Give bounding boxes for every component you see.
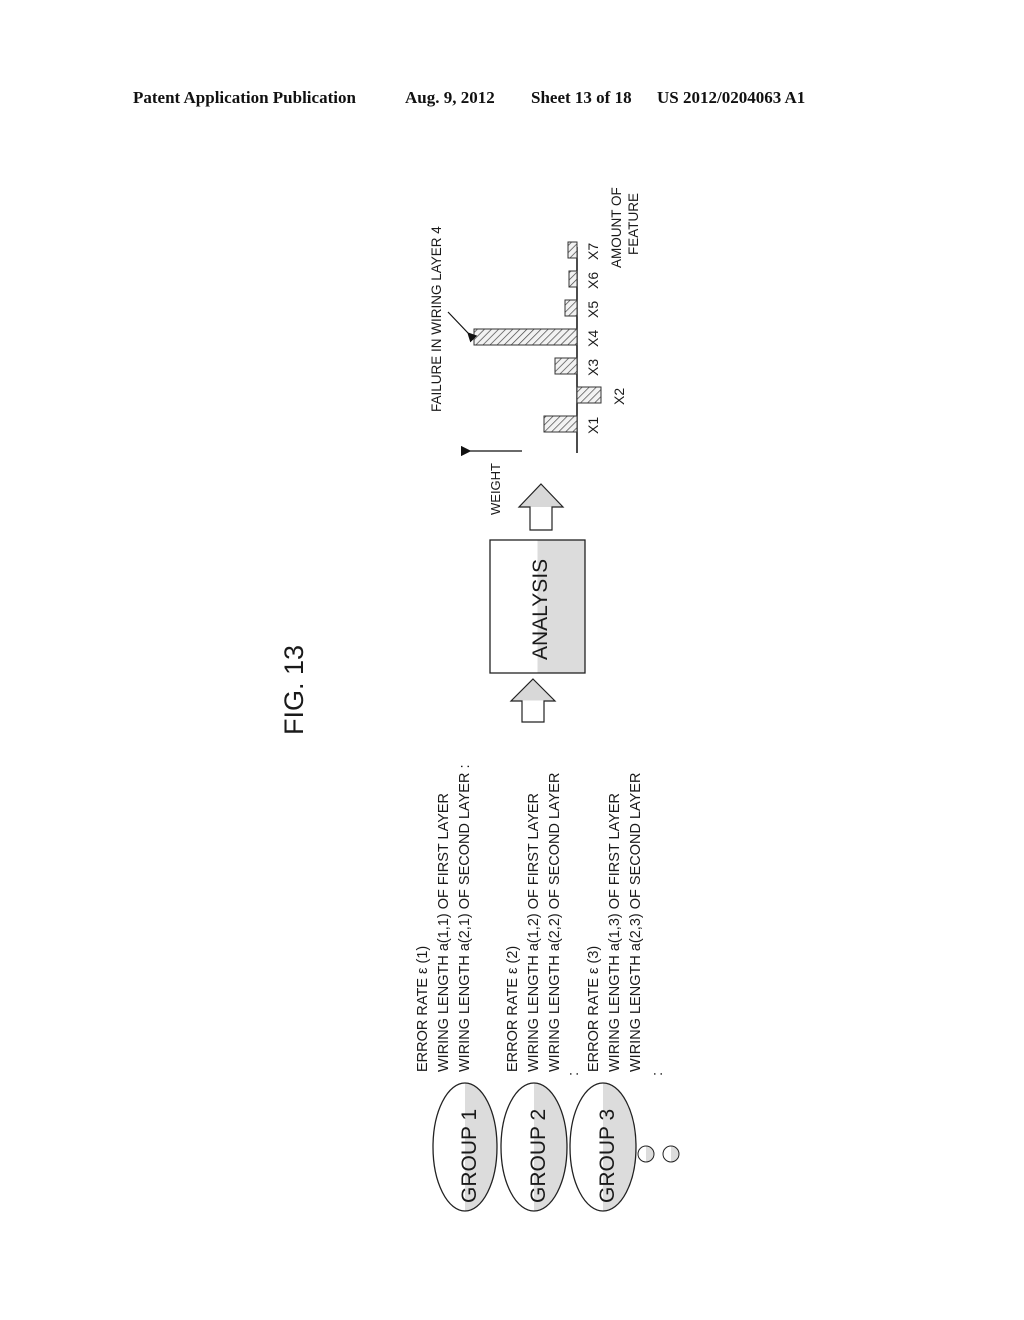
failure-annotation: FAILURE IN WIRING LAYER 4 xyxy=(429,226,444,412)
group-1-line-1: ERROR RATE ε (1) xyxy=(415,946,431,1072)
group-2-label: GROUP 2 xyxy=(527,1109,550,1203)
ellipsis-mark-2: : xyxy=(650,1072,666,1076)
bar-x2 xyxy=(576,386,602,404)
group-2-line-3: WIRING LENGTH a(2,2) OF SECOND LAYER xyxy=(547,773,563,1072)
group-3-line-1: ERROR RATE ε (3) xyxy=(586,946,602,1072)
input-arrow-icon xyxy=(509,678,557,723)
group-1-ellipse: GROUP 1 xyxy=(432,1082,498,1212)
bar-x4 xyxy=(473,328,578,346)
output-arrow-icon xyxy=(517,483,565,531)
group-2-line-1: ERROR RATE ε (2) xyxy=(505,946,521,1072)
group-1-label: GROUP 1 xyxy=(458,1109,481,1203)
group-3-line-2: WIRING LENGTH a(1,3) OF FIRST LAYER xyxy=(607,793,623,1072)
analysis-label: ANALYSIS xyxy=(529,559,552,660)
group-3-label: GROUP 3 xyxy=(596,1109,619,1203)
group-1-line-2: WIRING LENGTH a(1,1) OF FIRST LAYER xyxy=(436,793,452,1072)
tick-label-x6: X6 xyxy=(585,272,601,289)
weight-axis-label: WEIGHT xyxy=(488,463,503,515)
tick-label-x2: X2 xyxy=(611,388,627,405)
group-2-line-2: WIRING LENGTH a(1,2) OF FIRST LAYER xyxy=(526,793,542,1072)
tick-labels: X1 X2 X3 X4 X5 X6 X7 xyxy=(585,243,627,434)
bar-x6 xyxy=(568,270,578,288)
tick-label-x5: X5 xyxy=(585,301,601,318)
analysis-box: ANALYSIS xyxy=(489,539,586,674)
tick-label-x7: X7 xyxy=(585,243,601,260)
group-2-ellipse: GROUP 2 xyxy=(500,1082,568,1212)
bars xyxy=(473,241,602,433)
bar-x7 xyxy=(567,241,578,259)
tick-label-x1: X1 xyxy=(585,417,601,434)
feature-axis-label-line-2: FEATURE xyxy=(626,193,641,255)
feature-weight-chart: WEIGHT X1X2X3X4X5X6X7 AMOUNT OF FEATURE … xyxy=(429,187,641,515)
more-groups-circle-2 xyxy=(662,1145,680,1163)
annotation-arrow xyxy=(447,311,478,343)
tick-label-x3: X3 xyxy=(585,359,601,376)
group-text-block: ERROR RATE ε (1) WIRING LENGTH a(1,1) OF… xyxy=(415,764,666,1076)
tick-label-x4: X4 xyxy=(585,330,601,347)
bar-x3 xyxy=(554,357,578,375)
feature-axis-label-line-1: AMOUNT OF xyxy=(609,187,624,268)
group-3-ellipse: GROUP 3 xyxy=(569,1082,637,1212)
more-groups-circle-1 xyxy=(637,1145,655,1163)
figure-title: FIG. 13 xyxy=(279,645,309,735)
group-ellipses: GROUP 1 GROUP 2 GROUP 3 xyxy=(432,1082,680,1212)
group-1-line-3: WIRING LENGTH a(2,1) OF SECOND LAYER : xyxy=(457,764,473,1072)
bar-x5 xyxy=(564,299,578,317)
bar-x1 xyxy=(543,415,578,433)
group-3-line-3: WIRING LENGTH a(2,3) OF SECOND LAYER xyxy=(628,773,644,1072)
ellipsis-mark-1: : xyxy=(566,1072,582,1076)
figure-13: FIG. 13 GROUP 1 GROUP 2 GROUP 3 ERROR RA… xyxy=(279,187,680,1212)
